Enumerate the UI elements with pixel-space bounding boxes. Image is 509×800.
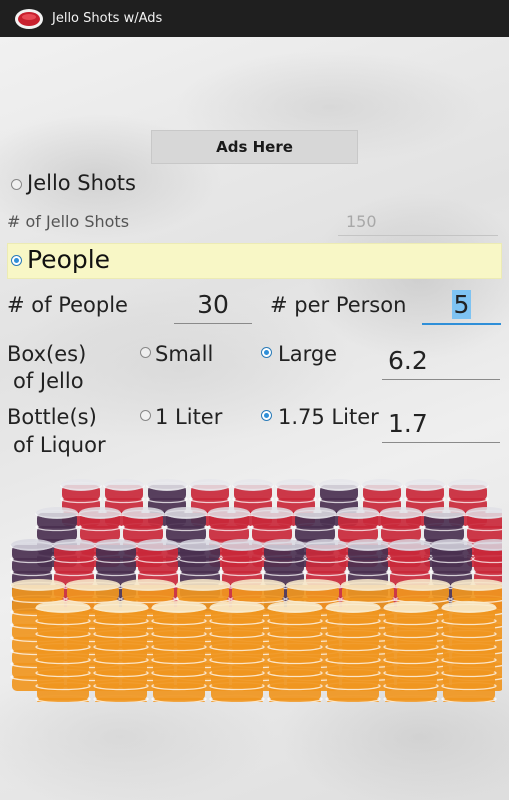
large-box-radio[interactable] (261, 347, 272, 358)
large-box-label[interactable]: Large (278, 342, 337, 366)
jello-shots-radio[interactable] (11, 179, 22, 190)
per-person-input[interactable]: 5 (422, 287, 501, 325)
title-bar: Jello Shots w/Ads (0, 0, 509, 37)
one-seventy-five-liter-label[interactable]: 1.75 Liter (278, 405, 379, 429)
people-radio[interactable] (11, 255, 22, 266)
liquor-bottles-output: 1.7 (382, 405, 500, 443)
people-count-input[interactable]: 30 (174, 287, 252, 324)
one-liter-radio[interactable] (140, 410, 151, 421)
people-count-label: # of People (7, 293, 128, 317)
jello-boxes-value: 6.2 (388, 346, 428, 375)
jello-shots-count-field: 150 (338, 209, 498, 236)
jello-boxes-output: 6.2 (382, 342, 500, 380)
small-box-radio[interactable] (140, 347, 151, 358)
per-person-label: # per Person (270, 293, 407, 317)
jello-shots-label[interactable]: Jello Shots (27, 171, 136, 195)
app-title: Jello Shots w/Ads (52, 11, 163, 26)
per-person-value: 5 (451, 290, 472, 319)
liquor-bottles-value: 1.7 (388, 409, 428, 438)
people-count-value: 30 (197, 290, 229, 319)
people-label[interactable]: People (27, 245, 110, 274)
jello-boxes-label-line1: Box(es) (7, 342, 87, 366)
ad-banner[interactable]: Ads Here (151, 130, 358, 164)
jello-logo-icon[interactable] (14, 7, 44, 31)
jello-boxes-label-line2: of Jello (13, 369, 84, 393)
main-content: Ads Here Jello Shots # of Jello Shots 15… (0, 37, 509, 800)
one-seventy-five-liter-radio[interactable] (261, 410, 272, 421)
jello-shots-count-value: 150 (346, 212, 377, 231)
liquor-bottles-label-line2: of Liquor (13, 433, 106, 457)
one-liter-label[interactable]: 1 Liter (155, 405, 222, 429)
liquor-bottles-label-line1: Bottle(s) (7, 405, 97, 429)
jello-shot-cups-image (10, 479, 502, 702)
jello-shots-count-label: # of Jello Shots (7, 212, 130, 231)
small-box-label[interactable]: Small (155, 342, 213, 366)
